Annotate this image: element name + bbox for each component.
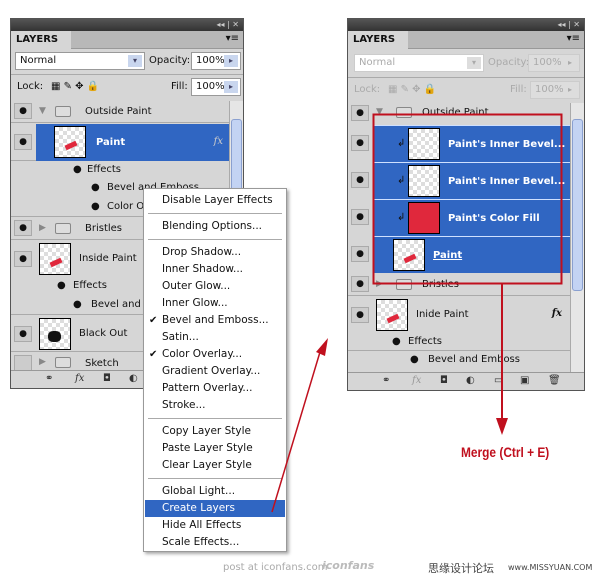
selection-highlight-box [372,113,563,285]
footer-url: www.MISSYUAN.COM [508,563,593,572]
arrow-create-layers [271,351,321,513]
arrowhead-icon [316,338,328,356]
arrowhead-icon [496,418,508,435]
iconfans-logo: iconfans [322,559,375,572]
footer-post-at: post at iconfans.com [223,562,328,573]
annotation-arrows [271,113,563,513]
merge-annotation: Merge (Ctrl + E) [461,444,550,460]
footer-cn-site: 思缘设计论坛 [428,562,494,575]
